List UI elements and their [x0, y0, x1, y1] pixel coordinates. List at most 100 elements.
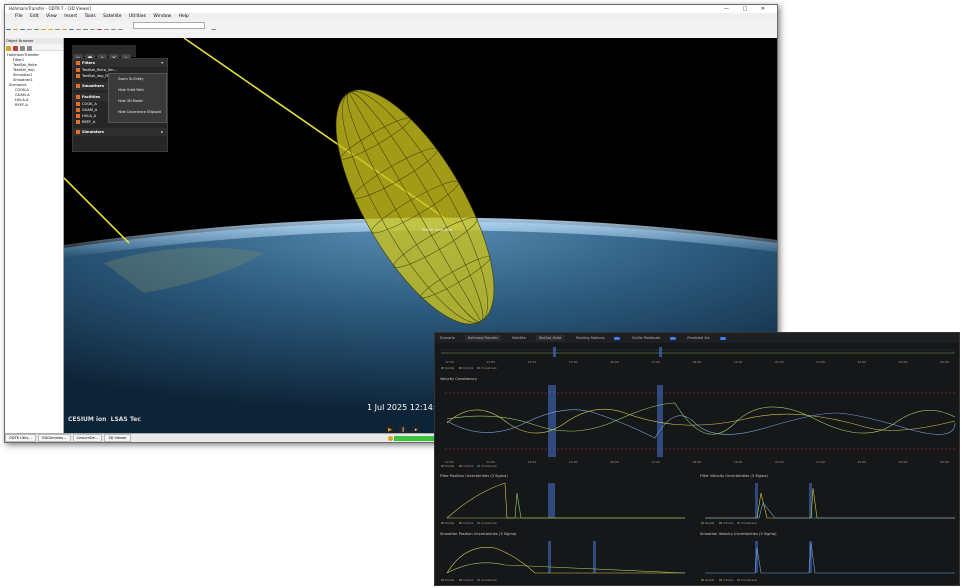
time-axis: 12:00 13:00 14:00 15:00 16:00 17:00 18:00 19:00… — [445, 360, 949, 364]
time-tick-label: 21:00 — [816, 360, 825, 364]
legend-label[interactable]: Intrack — [463, 578, 474, 582]
legend-label[interactable]: Radial — [445, 521, 454, 525]
scenario-select[interactable]: HohmannTransfer — [464, 335, 501, 341]
time-tick-label: 14:00 — [528, 460, 537, 464]
menu-file[interactable]: File — [15, 14, 23, 19]
taskbar-tab[interactable]: 3D Viewer — [104, 434, 131, 442]
outlier-residuals-label: Outlier Residuals — [631, 336, 661, 340]
playback-controls: ▶ ❙ ▸ — [386, 416, 436, 433]
title-bar: HohmannTransfer - ODTK 7 - [3D Viewer] —… — [5, 5, 777, 13]
time-tick-label: 20:00 — [775, 360, 784, 364]
legend-label[interactable]: Radial — [445, 578, 454, 582]
panel-title: Smoother Velocity Uncertainties (3 Sigma… — [700, 532, 777, 536]
time-tick-label: 21:00 — [816, 460, 825, 464]
pause-icon[interactable]: ❙ — [399, 426, 408, 433]
chevron-right-icon[interactable]: ▸ — [161, 128, 163, 136]
context-hide-orbit-path[interactable]: Hide Orbit Path — [109, 85, 166, 96]
ob-delete-icon[interactable] — [13, 46, 18, 51]
cesium-logo: CESIUM ion LSAS Tec — [68, 416, 141, 423]
menu-insert[interactable]: Insert — [64, 14, 77, 19]
velocity-consistency-plot — [445, 385, 956, 457]
legend-label[interactable]: Crosstrack — [481, 521, 497, 525]
satellite-label: TestSat_finite_Filter — [422, 228, 453, 232]
menu-tools[interactable]: Tools — [85, 14, 96, 19]
predicted-arc-toggle[interactable] — [719, 336, 726, 340]
forward-icon[interactable]: ▸ — [412, 426, 421, 433]
time-tick-label: 16:00 — [610, 360, 619, 364]
filters-section[interactable]: Filters ▾ — [73, 59, 167, 67]
menu-window[interactable]: Window — [153, 14, 171, 19]
context-menu: Zoom To Entity Hide Orbit Path Hide 3D M… — [108, 73, 167, 123]
filters-checkbox[interactable] — [76, 61, 80, 65]
legend-label[interactable]: Intrack — [723, 578, 734, 582]
status-icon — [388, 436, 393, 441]
context-hide-covariance[interactable]: Hide Covariance Ellipsoid — [109, 107, 166, 118]
menu-view[interactable]: View — [46, 14, 57, 19]
orbit-line — [64, 177, 130, 244]
outlier-residuals-toggle[interactable] — [670, 336, 677, 340]
toolbar — [5, 21, 777, 34]
time-tick-label: 00:00 — [940, 360, 949, 364]
time-tick-label: 15:00 — [569, 460, 578, 464]
legend-label[interactable]: Crosstrack — [481, 366, 497, 370]
legend-label[interactable]: Intrack — [463, 366, 474, 370]
time-tick-label: 22:00 — [858, 360, 867, 364]
legend-label[interactable]: Crosstrack — [741, 578, 757, 582]
legend-label[interactable]: Intrack — [463, 464, 474, 468]
play-icon[interactable]: ▶ — [386, 426, 394, 433]
viewer-toolbar: ≡●⌂✕☆ — [72, 45, 136, 64]
panel-title: Filter Velocity Uncertainties (3 Sigma) — [700, 474, 768, 478]
tree-item[interactable]: REEF-A — [5, 103, 63, 108]
ob-new-icon[interactable] — [6, 46, 11, 51]
menu-edit[interactable]: Edit — [30, 14, 39, 19]
legend-label[interactable]: Intrack — [463, 521, 474, 525]
time-tick-label: 23:00 — [899, 360, 908, 364]
time-tick-label: 17:00 — [651, 360, 660, 364]
predicted-arc-label: Predicted Arc — [687, 336, 710, 340]
window-controls[interactable]: — □ ✕ — [724, 5, 771, 13]
menu-satellite[interactable]: Satellite — [103, 14, 121, 19]
legend-label[interactable]: Radial — [445, 464, 454, 468]
tracking-stations-label: Tracking Stations — [575, 336, 605, 340]
residual-panel — [441, 347, 955, 357]
legend-label[interactable]: Crosstrack — [481, 578, 497, 582]
time-tick-label: 00:00 — [940, 460, 949, 464]
ob-print-icon[interactable] — [27, 46, 32, 51]
panel-title: Filter Position Uncertainties (3 Sigma) — [440, 474, 508, 478]
chevron-down-icon[interactable]: ▾ — [161, 59, 163, 67]
filter-velocity-plot — [705, 483, 955, 519]
satellite-select[interactable]: TestSat_finite — [535, 335, 565, 341]
legend-label[interactable]: Crosstrack — [741, 521, 757, 525]
smoother-position-plot — [446, 541, 686, 574]
menu-help[interactable]: Help — [179, 14, 189, 19]
toolbar-dropdown[interactable] — [133, 22, 206, 29]
satellite-label: Satellite — [511, 336, 526, 340]
time-tick-label: 19:00 — [734, 460, 743, 464]
window-title: HohmannTransfer - ODTK 7 - [3D Viewer] — [9, 6, 92, 11]
legend-label[interactable]: Radial — [705, 521, 714, 525]
time-tick-label: 18:00 — [693, 360, 702, 364]
context-zoom-to-entity[interactable]: Zoom To Entity — [109, 74, 166, 85]
taskbar-tab[interactable]: CesiumDe... — [72, 434, 103, 442]
legend-label[interactable]: Radial — [705, 578, 714, 582]
context-hide-3d-model[interactable]: Hide 3D Model — [109, 96, 166, 107]
panel-title: Smoother Position Uncertainties (3 Sigma… — [440, 532, 517, 536]
filter-position-plot — [446, 482, 685, 519]
time-tick-label: 20:00 — [775, 460, 784, 464]
legend-label[interactable]: Radial — [445, 366, 454, 370]
taskbar-tab[interactable]: ODTK Utils... — [5, 434, 36, 442]
time-tick-label: 14:00 — [528, 360, 537, 364]
time-tick-label: 23:00 — [899, 460, 908, 464]
tracking-stations-toggle[interactable] — [614, 336, 621, 340]
time-axis: 12:00 13:00 14:00 15:00 16:00 17:00 18:00 19:00… — [445, 460, 949, 464]
menu-bar: File Edit View Insert Tools Satellite Ut… — [5, 13, 777, 21]
legend-label[interactable]: Intrack — [723, 521, 734, 525]
taskbar-tab[interactable]: ODGimmies... — [37, 434, 71, 442]
simulators-section[interactable]: Simulators ▸ — [73, 128, 167, 136]
dashboard-plots: 12:00 13:00 14:00 15:00 16:00 17:00 18:00 19:00… — [440, 347, 956, 582]
time-tick-label: 13:00 — [486, 360, 495, 364]
ob-copy-icon[interactable] — [20, 46, 25, 51]
object-browser-toolbar — [5, 44, 63, 51]
legend-label[interactable]: Crosstrack — [481, 464, 497, 468]
menu-utilities[interactable]: Utilities — [129, 14, 146, 19]
